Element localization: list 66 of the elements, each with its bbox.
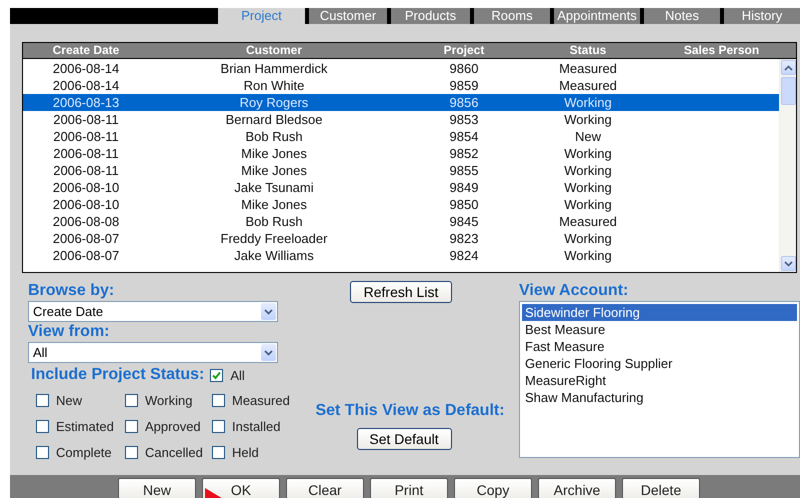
checkbox-label: Estimated <box>56 418 114 434</box>
list-item[interactable]: Shaw Manufacturing <box>522 389 797 406</box>
checkbox-label: All <box>230 368 245 382</box>
checkbox[interactable] <box>210 368 224 382</box>
checkbox-label: Held <box>232 444 259 460</box>
scroll-down-icon[interactable] <box>784 260 793 266</box>
action-button[interactable]: Archive <box>538 478 616 498</box>
refresh-button[interactable]: Refresh List <box>350 281 452 303</box>
table-row[interactable]: 2006-08-08 Bob Rush 9845 Measured <box>23 213 779 230</box>
table-row[interactable]: 2006-08-11 Bernard Bledsoe 9853 Working <box>23 111 779 128</box>
list-item[interactable]: Generic Flooring Supplier <box>522 355 797 372</box>
table-row[interactable]: 2006-08-11 Mike Jones 9855 Working <box>23 162 779 179</box>
column-header[interactable]: Sales Person <box>647 43 796 58</box>
dropdown-field[interactable]: Create Date <box>28 301 278 322</box>
checkbox[interactable] <box>212 420 225 432</box>
checkbox[interactable] <box>212 446 225 458</box>
table-row[interactable]: 2006-08-10 Mike Jones 9850 Working <box>23 196 779 213</box>
field-label: View Account: <box>519 281 630 301</box>
scroll-up-icon[interactable] <box>784 64 793 70</box>
section-label: Include Project Status: <box>31 365 204 385</box>
table-row[interactable]: 2006-08-13 Roy Rogers 9856 Working <box>23 94 779 111</box>
table-row[interactable]: 2006-08-11 Bob Rush 9854 New <box>23 128 779 145</box>
action-button[interactable]: Print <box>370 478 448 498</box>
checkbox-label: Working <box>145 392 192 408</box>
column-header[interactable]: Create Date <box>23 43 149 58</box>
checkbox-label: Cancelled <box>145 444 203 460</box>
checkbox-label: Complete <box>56 444 112 460</box>
table-row[interactable]: 2006-08-14 Brian Hammerdick 9860 Measured <box>23 60 779 77</box>
account-list[interactable]: Sidewinder Flooring Best Measure Fast Measure Generic Flooring Supplier MeasureRight Shaw Manufacturing <box>519 301 800 458</box>
list-item[interactable]: Fast Measure <box>522 338 797 355</box>
table-row[interactable]: 2006-08-07 Freddy Freeloader 9823 Working <box>23 230 779 247</box>
caret-icon <box>264 308 273 314</box>
checkbox-label: Measured <box>232 392 290 408</box>
table-row[interactable]: 2006-08-10 Jake Tsunami 9849 Working <box>23 179 779 196</box>
action-button[interactable]: Delete <box>622 478 700 498</box>
scroll-thumb[interactable] <box>781 77 796 105</box>
checkbox-label: New <box>56 392 82 408</box>
table-row[interactable]: 2006-08-07 Jake Williams 9824 Working <box>23 247 779 264</box>
column-header[interactable]: Status <box>529 43 647 58</box>
set-default-button[interactable]: Set Default <box>356 428 452 450</box>
scrollbar[interactable] <box>779 59 796 272</box>
column-header[interactable]: Project <box>399 43 529 58</box>
checkbox[interactable] <box>125 446 138 458</box>
table-row[interactable]: 2006-08-14 Ron White 9859 Measured <box>23 77 779 94</box>
action-button[interactable]: Copy <box>454 478 532 498</box>
dropdown-field[interactable]: All <box>28 342 278 363</box>
checkbox[interactable] <box>125 394 138 406</box>
action-button[interactable]: Clear <box>286 478 364 498</box>
section-label: Set This View as Default: <box>315 401 505 421</box>
list-item[interactable]: Best Measure <box>522 321 797 338</box>
checkbox[interactable] <box>36 394 49 406</box>
caret-icon <box>264 350 273 356</box>
checkbox-label: Approved <box>145 418 201 434</box>
table-row[interactable]: 2006-08-11 Mike Jones 9852 Working <box>23 145 779 162</box>
checkbox[interactable] <box>36 446 49 458</box>
list-item[interactable]: Sidewinder Flooring <box>522 304 797 321</box>
action-button[interactable]: New <box>118 478 196 498</box>
checkbox[interactable] <box>36 420 49 432</box>
checkbox[interactable] <box>212 394 225 406</box>
field-label: View from: <box>28 322 110 342</box>
action-button[interactable]: OK <box>202 478 280 498</box>
field-label: Browse by: <box>28 281 116 301</box>
checkbox[interactable] <box>125 420 138 432</box>
list-item[interactable]: MeasureRight <box>522 372 797 389</box>
column-header[interactable]: Customer <box>149 43 399 58</box>
checkbox-label: Installed <box>232 418 280 434</box>
